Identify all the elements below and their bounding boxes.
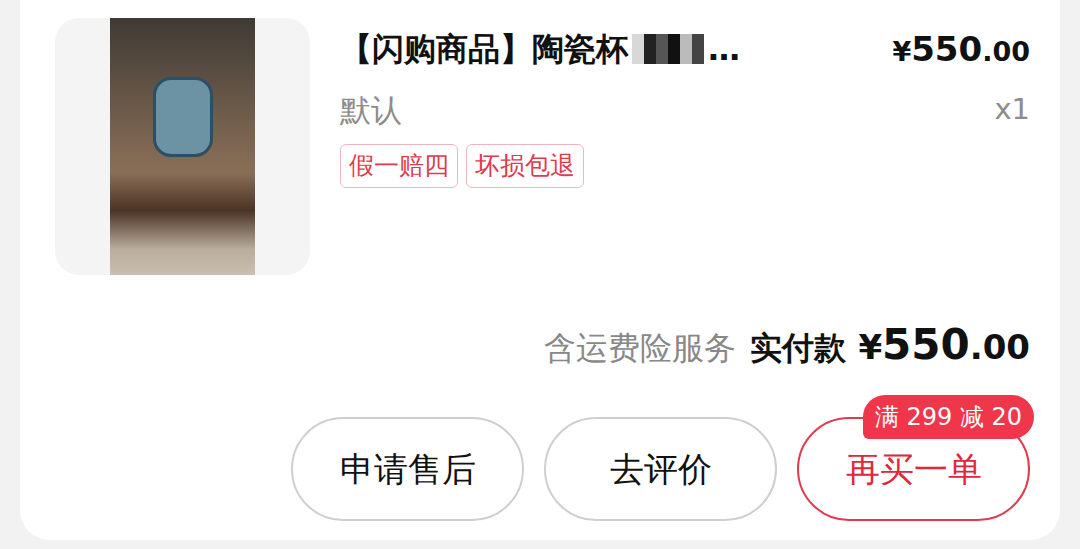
amount-currency: ¥ xyxy=(858,322,882,373)
paid-label: 实付款 xyxy=(750,324,846,372)
cup-shape-icon xyxy=(153,77,213,157)
payment-summary: 含运费险服务实付款¥550.00 xyxy=(55,313,1030,369)
service-tag: 坏损包退 xyxy=(466,144,584,188)
price-integer: 550 xyxy=(911,24,982,75)
variant-row: 默认 x1 xyxy=(340,80,1030,140)
blur-cell xyxy=(644,34,656,64)
blurred-text xyxy=(632,34,704,64)
blur-cell xyxy=(668,34,680,64)
price-decimal: .00 xyxy=(982,32,1030,73)
blur-cell xyxy=(632,34,644,64)
product-title[interactable]: 【闪购商品】陶瓷杯 … xyxy=(340,25,740,73)
quantity-label: x1 xyxy=(994,88,1030,132)
amount-integer: 550 xyxy=(882,313,970,376)
action-button[interactable]: 申请售后 xyxy=(291,417,524,521)
blur-cell xyxy=(680,34,692,64)
action-buttons: 申请售后 去评价 再买一单满 299 减 20 xyxy=(55,417,1030,521)
button-label: 申请售后 xyxy=(340,444,476,495)
button-label: 再买一单 xyxy=(846,444,982,495)
title-row: 【闪购商品】陶瓷杯 … ¥550.00 xyxy=(340,18,1030,80)
insurance-label: 含运费险服务 xyxy=(544,324,736,372)
paid-amount: ¥550.00 xyxy=(858,313,1030,376)
order-item[interactable]: 【闪购商品】陶瓷杯 … ¥550.00 默认 x1 假一赔四坏损包退 xyxy=(55,18,1030,275)
product-thumbnail[interactable] xyxy=(55,18,310,275)
service-tag: 假一赔四 xyxy=(340,144,458,188)
amount-decimal: .00 xyxy=(970,322,1030,373)
discount-badge: 满 299 减 20 xyxy=(863,395,1034,439)
blur-cell xyxy=(656,34,668,64)
product-price: ¥550.00 xyxy=(892,24,1030,75)
button-label: 去评价 xyxy=(610,444,712,495)
tag-row: 假一赔四坏损包退 xyxy=(340,144,1030,188)
variant-label: 默认 xyxy=(340,87,402,134)
product-photo xyxy=(110,18,255,275)
product-info: 【闪购商品】陶瓷杯 … ¥550.00 默认 x1 假一赔四坏损包退 xyxy=(340,18,1030,275)
title-ellipsis: … xyxy=(708,25,740,73)
blur-cell xyxy=(692,34,704,64)
action-button[interactable]: 去评价 xyxy=(544,417,777,521)
title-text: 【闪购商品】陶瓷杯 xyxy=(340,25,628,73)
buy-again-button[interactable]: 再买一单满 299 减 20 xyxy=(797,417,1030,521)
price-currency: ¥ xyxy=(892,32,911,73)
